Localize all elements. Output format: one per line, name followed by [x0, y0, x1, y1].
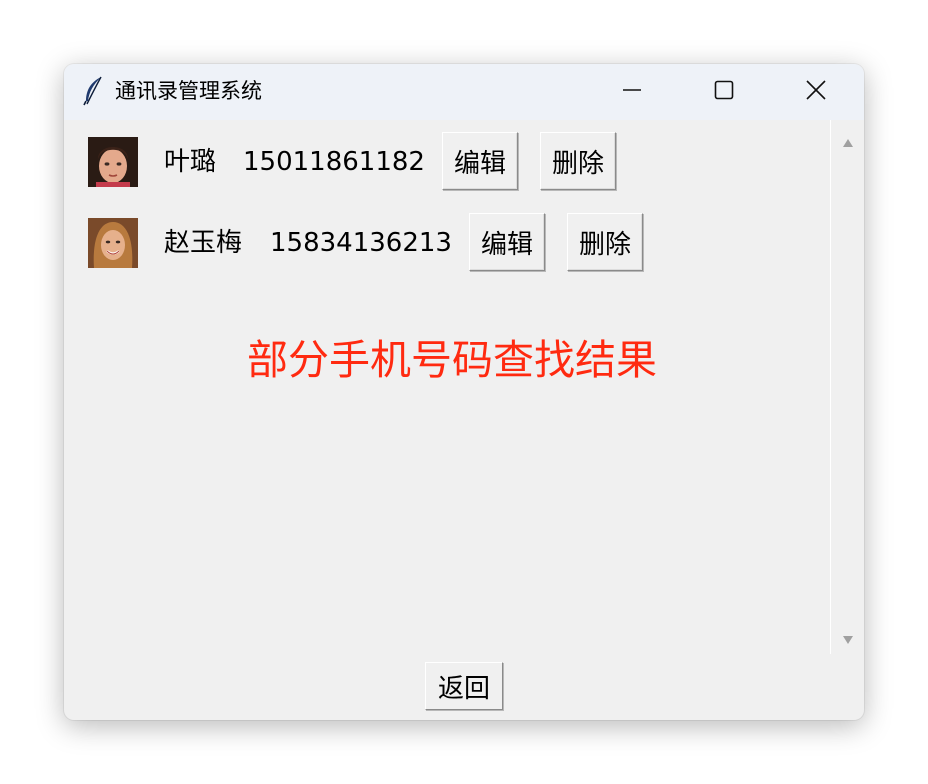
window-title: 通讯录管理系统	[115, 79, 262, 103]
close-button[interactable]	[770, 64, 862, 120]
maximize-icon	[714, 80, 734, 104]
edit-button[interactable]: 编辑	[469, 213, 545, 271]
contact-name: 赵玉梅	[164, 228, 243, 258]
delete-button[interactable]: 删除	[567, 213, 643, 271]
maximize-button[interactable]	[678, 64, 770, 120]
minimize-icon	[622, 80, 642, 104]
contact-name: 叶璐	[164, 147, 217, 177]
contact-row: 叶璐 15011861182 编辑 删除	[64, 132, 824, 194]
contact-row: 赵玉梅 15834136213 编辑 删除	[64, 213, 824, 275]
feather-icon	[82, 76, 104, 106]
delete-button[interactable]: 删除	[540, 132, 616, 190]
title-bar[interactable]: 通讯录管理系统	[64, 64, 864, 120]
result-heading: 部分手机号码查找结果	[247, 336, 657, 384]
avatar	[88, 218, 138, 268]
contact-phone: 15834136213	[270, 228, 452, 258]
scroll-up-icon[interactable]	[842, 133, 854, 147]
contact-phone: 15011861182	[243, 147, 425, 177]
back-button[interactable]: 返回	[425, 662, 503, 710]
app-window: 通讯录管理系统 叶璐 15011861182 编辑 删除 赵玉梅 1583413…	[64, 64, 864, 720]
scroll-down-icon[interactable]	[842, 630, 854, 644]
avatar	[88, 137, 138, 187]
vertical-scrollbar[interactable]	[830, 120, 864, 654]
minimize-button[interactable]	[586, 64, 678, 120]
contact-list-area[interactable]: 叶璐 15011861182 编辑 删除 赵玉梅 15834136213 编辑	[64, 120, 830, 654]
close-icon	[805, 79, 827, 105]
edit-button[interactable]: 编辑	[442, 132, 518, 190]
